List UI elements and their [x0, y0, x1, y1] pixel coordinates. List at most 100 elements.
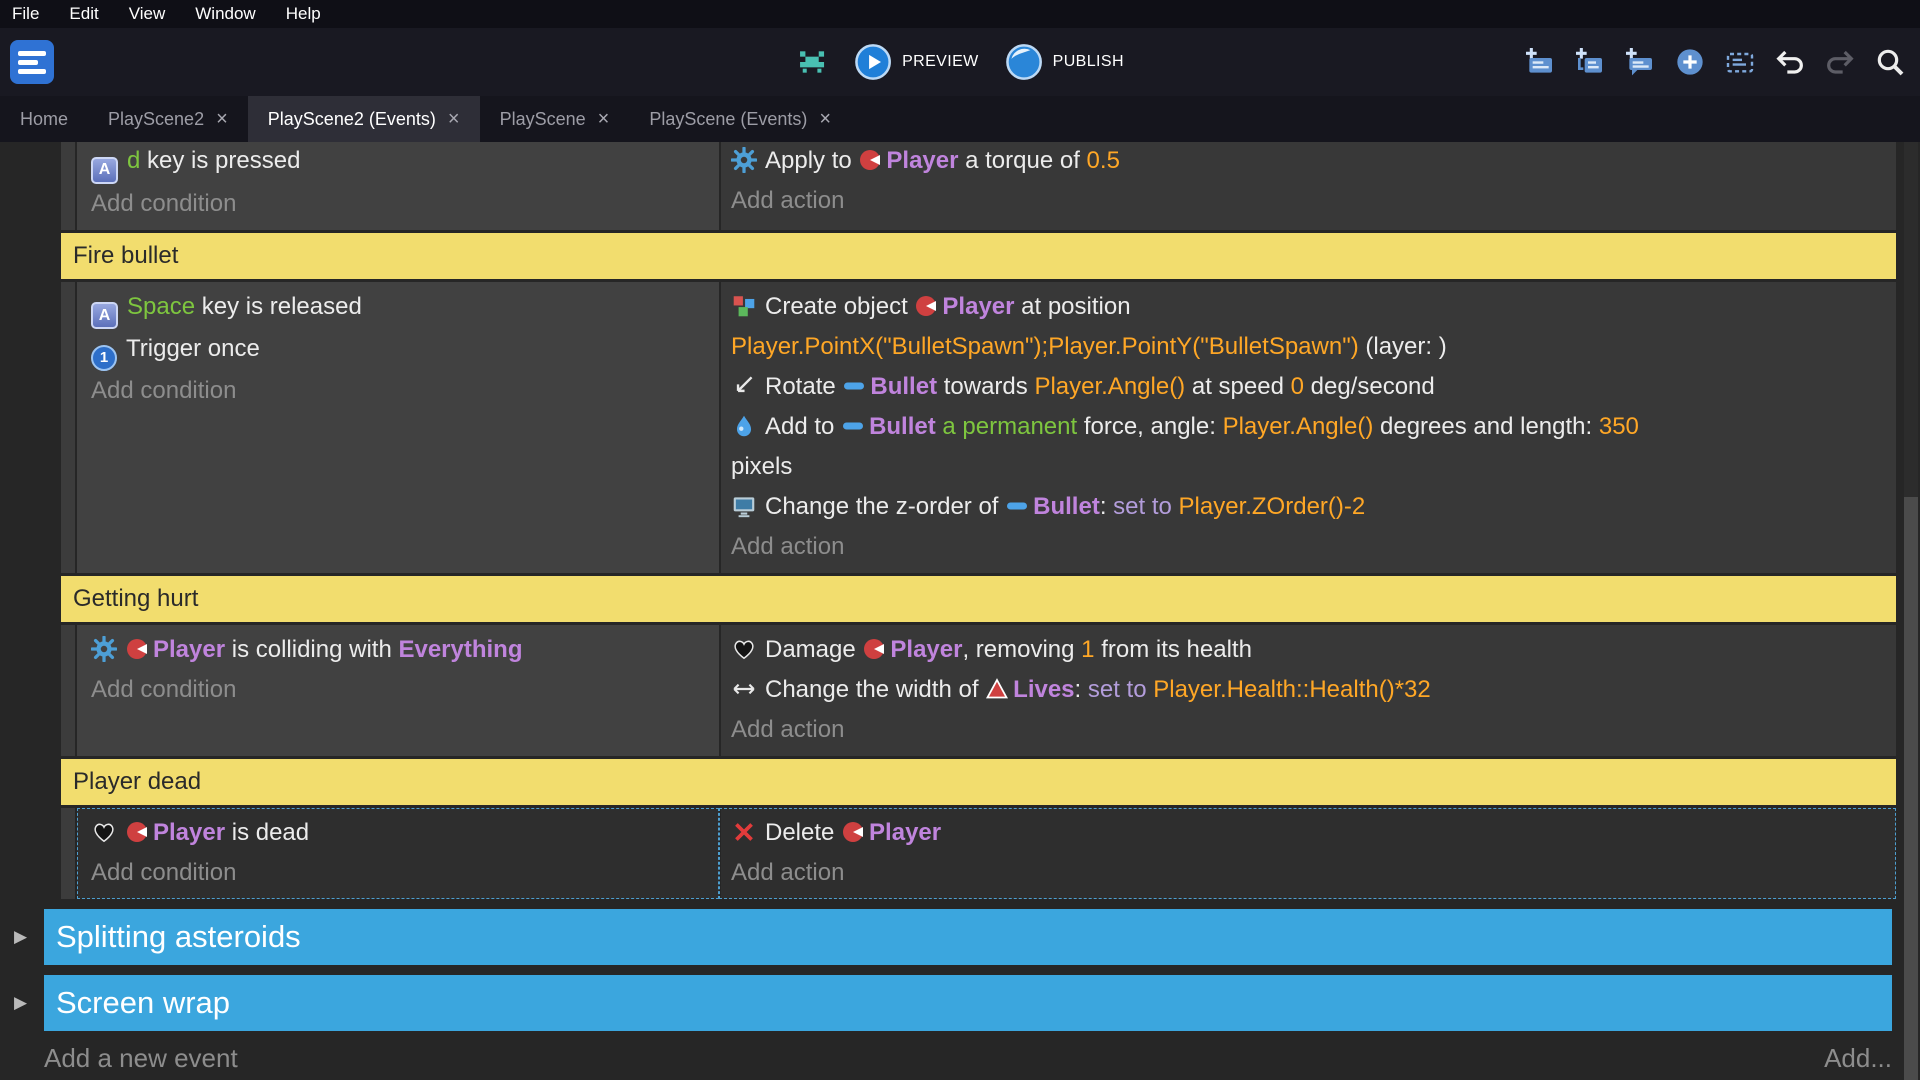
- condition-line[interactable]: Player is colliding with Everything: [91, 630, 711, 670]
- lives-object-icon: [985, 677, 1009, 701]
- event-drag-handle[interactable]: [61, 142, 77, 230]
- menubar: File Edit View Window Help: [0, 0, 1920, 28]
- group-bar-splitting-asteroids[interactable]: Splitting asteroids: [44, 909, 1892, 965]
- select-events-button[interactable]: [1724, 46, 1756, 78]
- menu-item-help[interactable]: Help: [286, 4, 321, 24]
- comment-bar-getting-hurt[interactable]: Getting hurt: [61, 576, 1896, 622]
- object-name: Player: [942, 293, 1014, 320]
- event-row-fire-bullet[interactable]: ASpace key is released 1Trigger once Add…: [61, 282, 1896, 573]
- condition-cell[interactable]: Player is dead Add condition: [77, 808, 719, 899]
- bullet-object-icon: [842, 374, 866, 398]
- menu-item-window[interactable]: Window: [195, 4, 255, 24]
- event-row-torque[interactable]: Ad key is pressed Add condition Apply to…: [61, 142, 1896, 230]
- action-cell[interactable]: Delete Player Add action: [719, 808, 1896, 899]
- add-subevent-button[interactable]: [1574, 46, 1606, 78]
- action-text: pixels: [731, 453, 792, 480]
- group-collapse-arrow-icon[interactable]: ▶: [0, 927, 44, 947]
- tab-label: PlayScene2 (Events): [268, 109, 436, 130]
- action-text: Add to: [765, 413, 841, 440]
- tab-close-icon[interactable]: ×: [819, 108, 831, 131]
- add-action-placeholder[interactable]: Add action: [731, 527, 1888, 567]
- search-button[interactable]: [1874, 46, 1906, 78]
- action-line[interactable]: Damage Player, removing 1 from its healt…: [731, 630, 1888, 670]
- condition-cell[interactable]: Player is colliding with Everything Add …: [77, 625, 719, 756]
- tab-close-icon[interactable]: ×: [216, 108, 228, 131]
- condition-line[interactable]: ASpace key is released: [91, 287, 711, 330]
- scrollbar: [1904, 142, 1918, 1080]
- event-drag-handle[interactable]: [61, 625, 77, 756]
- bullet-object-icon: [1005, 494, 1029, 518]
- group-row: ▶ Splitting asteroids: [0, 909, 1920, 965]
- add-condition-placeholder[interactable]: Add condition: [91, 670, 711, 710]
- undo-button[interactable]: [1774, 46, 1806, 78]
- action-line[interactable]: Change the z-order of Bullet: set to Pla…: [731, 487, 1888, 527]
- action-cell[interactable]: Create object Player at position Player.…: [719, 282, 1896, 573]
- debugger-icon[interactable]: [796, 46, 828, 78]
- condition-line[interactable]: Player is dead: [91, 813, 711, 853]
- condition-line[interactable]: Ad key is pressed: [91, 142, 711, 184]
- add-any-event-button[interactable]: [1674, 46, 1706, 78]
- add-new-event-button[interactable]: Add a new event: [44, 1043, 238, 1074]
- menu-item-edit[interactable]: Edit: [69, 4, 98, 24]
- action-line[interactable]: Create object Player at position: [731, 287, 1888, 327]
- redo-button[interactable]: [1824, 46, 1856, 78]
- event-drag-handle[interactable]: [61, 808, 77, 899]
- action-line[interactable]: Rotate Bullet towards Player.Angle() at …: [731, 367, 1888, 407]
- preview-button[interactable]: PREVIEW: [854, 43, 979, 81]
- tab-playscene2[interactable]: PlayScene2 ×: [88, 96, 248, 142]
- condition-cell[interactable]: Ad key is pressed Add condition: [77, 142, 719, 230]
- object-name: Lives: [1013, 676, 1074, 703]
- comment-bar-fire-bullet[interactable]: Fire bullet: [61, 233, 1896, 279]
- action-cell[interactable]: Damage Player, removing 1 from its healt…: [719, 625, 1896, 756]
- add-event-button[interactable]: [1524, 46, 1556, 78]
- condition-line[interactable]: 1Trigger once: [91, 329, 711, 371]
- event-row-player-dead[interactable]: Player is dead Add condition Delete Play…: [61, 808, 1896, 899]
- action-cell[interactable]: Apply to Player a torque of 0.5 Add acti…: [719, 142, 1896, 230]
- object-name: Player: [153, 636, 225, 663]
- action-value: 1: [1081, 636, 1094, 663]
- action-line-continued[interactable]: pixels: [731, 447, 1888, 487]
- tab-playscene2-events[interactable]: PlayScene2 (Events) ×: [248, 96, 480, 142]
- add-condition-placeholder[interactable]: Add condition: [91, 371, 711, 411]
- player-object-icon: [125, 820, 149, 844]
- comment-bar-player-dead[interactable]: Player dead: [61, 759, 1896, 805]
- action-line-continued[interactable]: Player.PointX("BulletSpawn");Player.Poin…: [731, 327, 1888, 367]
- event-drag-handle[interactable]: [61, 282, 77, 573]
- group-collapse-arrow-icon[interactable]: ▶: [0, 993, 44, 1013]
- keyboard-key-icon: A: [91, 302, 118, 329]
- preview-label: PREVIEW: [902, 53, 979, 71]
- action-line[interactable]: Change the width of Lives: set to Player…: [731, 670, 1888, 710]
- add-action-placeholder[interactable]: Add action: [731, 853, 1888, 893]
- group-bar-screen-wrap[interactable]: Screen wrap: [44, 975, 1892, 1031]
- add-condition-placeholder[interactable]: Add condition: [91, 853, 711, 893]
- add-button[interactable]: Add...: [1824, 1043, 1892, 1074]
- scrollbar-thumb[interactable]: [1904, 497, 1918, 1080]
- object-name: Player: [869, 819, 941, 846]
- condition-text: is colliding with: [225, 636, 398, 663]
- add-action-placeholder[interactable]: Add action: [731, 181, 1888, 221]
- menu-item-file[interactable]: File: [12, 4, 39, 24]
- add-comment-button[interactable]: [1624, 46, 1656, 78]
- tab-playscene[interactable]: PlayScene×: [480, 96, 630, 142]
- tab-playscene-events[interactable]: PlayScene (Events)×: [629, 96, 851, 142]
- zorder-icon: [731, 493, 757, 519]
- object-name: Bullet: [869, 413, 936, 440]
- action-line[interactable]: Apply to Player a torque of 0.5: [731, 142, 1888, 181]
- menu-item-view[interactable]: View: [129, 4, 166, 24]
- action-line[interactable]: Add to Bullet a permanent force, angle: …: [731, 407, 1888, 447]
- event-row-getting-hurt[interactable]: Player is colliding with Everything Add …: [61, 625, 1896, 756]
- trigger-once-icon: 1: [91, 345, 117, 371]
- add-condition-placeholder[interactable]: Add condition: [91, 184, 711, 224]
- action-operator: set to: [1113, 493, 1172, 520]
- tab-label: PlayScene2: [108, 109, 204, 130]
- condition-cell[interactable]: ASpace key is released 1Trigger once Add…: [77, 282, 719, 573]
- tab-close-icon[interactable]: ×: [598, 108, 610, 131]
- object-name: Bullet: [870, 373, 937, 400]
- tab-close-icon[interactable]: ×: [448, 108, 460, 131]
- action-operator: set to: [1088, 676, 1147, 703]
- publish-button[interactable]: PUBLISH: [1005, 43, 1124, 81]
- action-line[interactable]: Delete Player: [731, 813, 1888, 853]
- action-text: force, angle:: [1077, 413, 1222, 440]
- tab-home[interactable]: Home: [0, 96, 88, 142]
- add-action-placeholder[interactable]: Add action: [731, 710, 1888, 750]
